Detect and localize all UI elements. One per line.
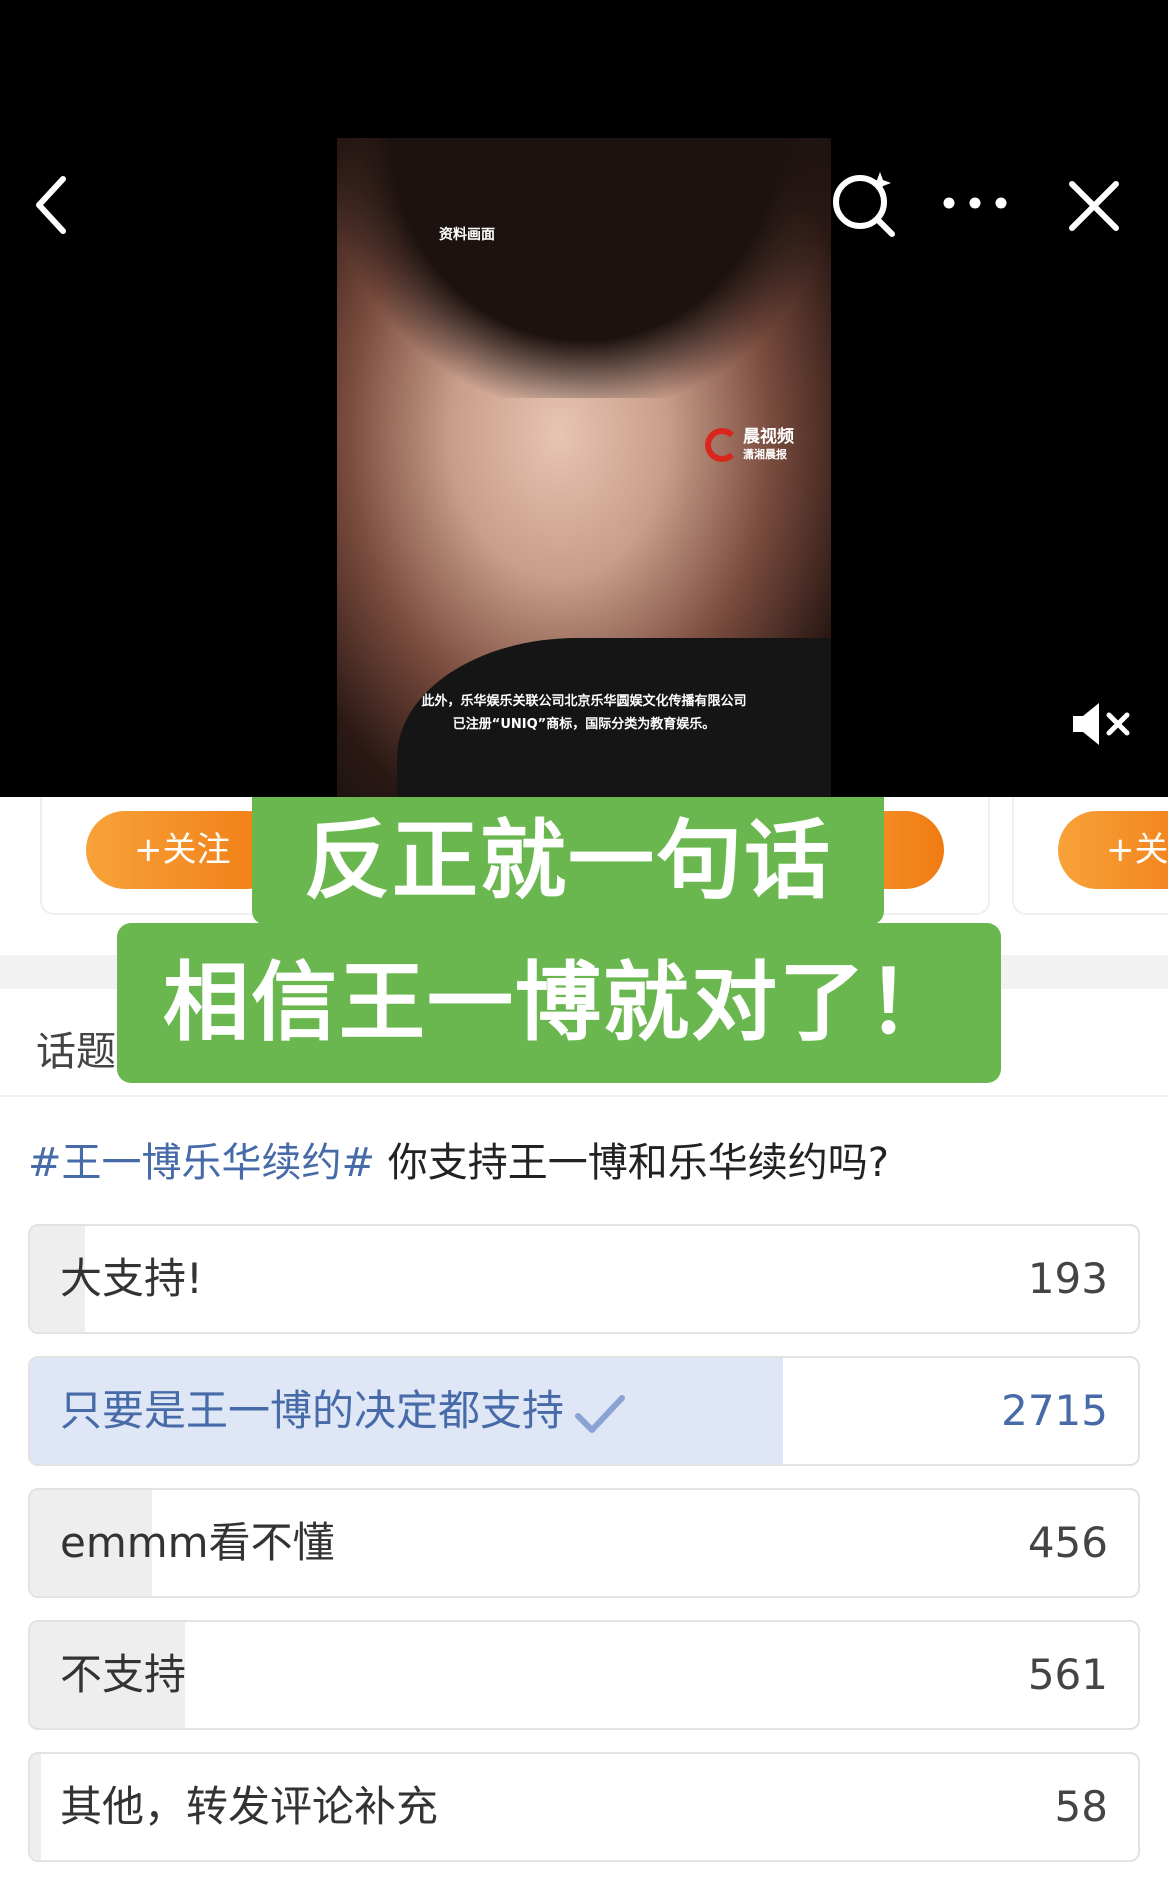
poll-option-count: 193 bbox=[1027, 1254, 1108, 1303]
poll-option-count: 58 bbox=[1054, 1782, 1108, 1831]
news-logo: 晨视频 潇湘晨报 bbox=[705, 428, 794, 462]
follow-button[interactable]: +关注 bbox=[1058, 811, 1168, 889]
back-icon[interactable] bbox=[26, 170, 76, 240]
poll-option[interactable]: 大支持! 193 bbox=[28, 1224, 1140, 1334]
poll-question: #王一博乐华续约# 你支持王一博和乐华续约吗? bbox=[28, 1130, 889, 1188]
caption-line-1: 反正就一句话 bbox=[252, 797, 884, 925]
subtitle-line-1: 此外，乐华娱乐关联公司北京乐华圆娱文化传播有限公司 bbox=[421, 694, 747, 709]
logo-sub: 潇湘晨报 bbox=[743, 448, 787, 461]
check-icon bbox=[575, 1394, 626, 1433]
poll-option[interactable]: 不支持 561 bbox=[28, 1620, 1140, 1730]
poll-option-label: 大支持! bbox=[60, 1254, 203, 1303]
topic-label: 话题 bbox=[36, 1029, 116, 1075]
poll-option-count: 2715 bbox=[1001, 1386, 1108, 1435]
poll-option-label: 不支持 bbox=[60, 1650, 187, 1699]
video-frame: 资料画面 晨视频 潇湘晨报 此外，乐华娱乐关联公司北京乐华圆娱文化传播有限公司 … bbox=[337, 138, 831, 797]
poll-question-text: 你支持王一博和乐华续约吗? bbox=[375, 1140, 889, 1186]
more-icon[interactable] bbox=[940, 178, 1010, 228]
poll-hashtag[interactable]: #王一博乐华续约# bbox=[28, 1140, 375, 1186]
poll-option-label: emmm看不懂 bbox=[60, 1518, 335, 1567]
logo-text: 晨视频 bbox=[743, 427, 794, 447]
frame-hair bbox=[337, 138, 831, 398]
close-icon[interactable] bbox=[1064, 176, 1124, 236]
poll-option-text: 只要是王一博的决定都支持 bbox=[60, 1386, 565, 1435]
caption-line-2: 相信王一博就对了！ bbox=[117, 923, 1001, 1083]
search-icon[interactable] bbox=[828, 166, 900, 238]
poll-option-label: 其他，转发评论补充 bbox=[60, 1782, 439, 1831]
poll-option-count: 456 bbox=[1027, 1518, 1108, 1567]
video-player[interactable]: 资料画面 晨视频 潇湘晨报 此外，乐华娱乐关联公司北京乐华圆娱文化传播有限公司 … bbox=[0, 0, 1168, 797]
video-subtitle: 此外，乐华娱乐关联公司北京乐华圆娱文化传播有限公司 已注册“UNIQ”商标，国际… bbox=[337, 690, 831, 736]
poll-option-label: 只要是王一博的决定都支持 bbox=[60, 1358, 628, 1464]
poll-option[interactable]: emmm看不懂 456 bbox=[28, 1488, 1140, 1598]
follow-label: +关注 bbox=[1106, 830, 1168, 870]
mute-icon[interactable] bbox=[1066, 694, 1136, 754]
subtitle-line-2: 已注册“UNIQ”商标，国际分类为教育娱乐。 bbox=[452, 717, 716, 732]
frame-tag: 资料画面 bbox=[439, 227, 495, 243]
poll-option-fill bbox=[30, 1754, 42, 1860]
poll-option-selected[interactable]: 只要是王一博的决定都支持 2715 bbox=[28, 1356, 1140, 1466]
poll-option[interactable]: 其他，转发评论补充 58 bbox=[28, 1752, 1140, 1862]
poll-option-count: 561 bbox=[1027, 1650, 1108, 1699]
follow-label: +关注 bbox=[134, 830, 231, 870]
logo-c-icon bbox=[705, 428, 739, 462]
